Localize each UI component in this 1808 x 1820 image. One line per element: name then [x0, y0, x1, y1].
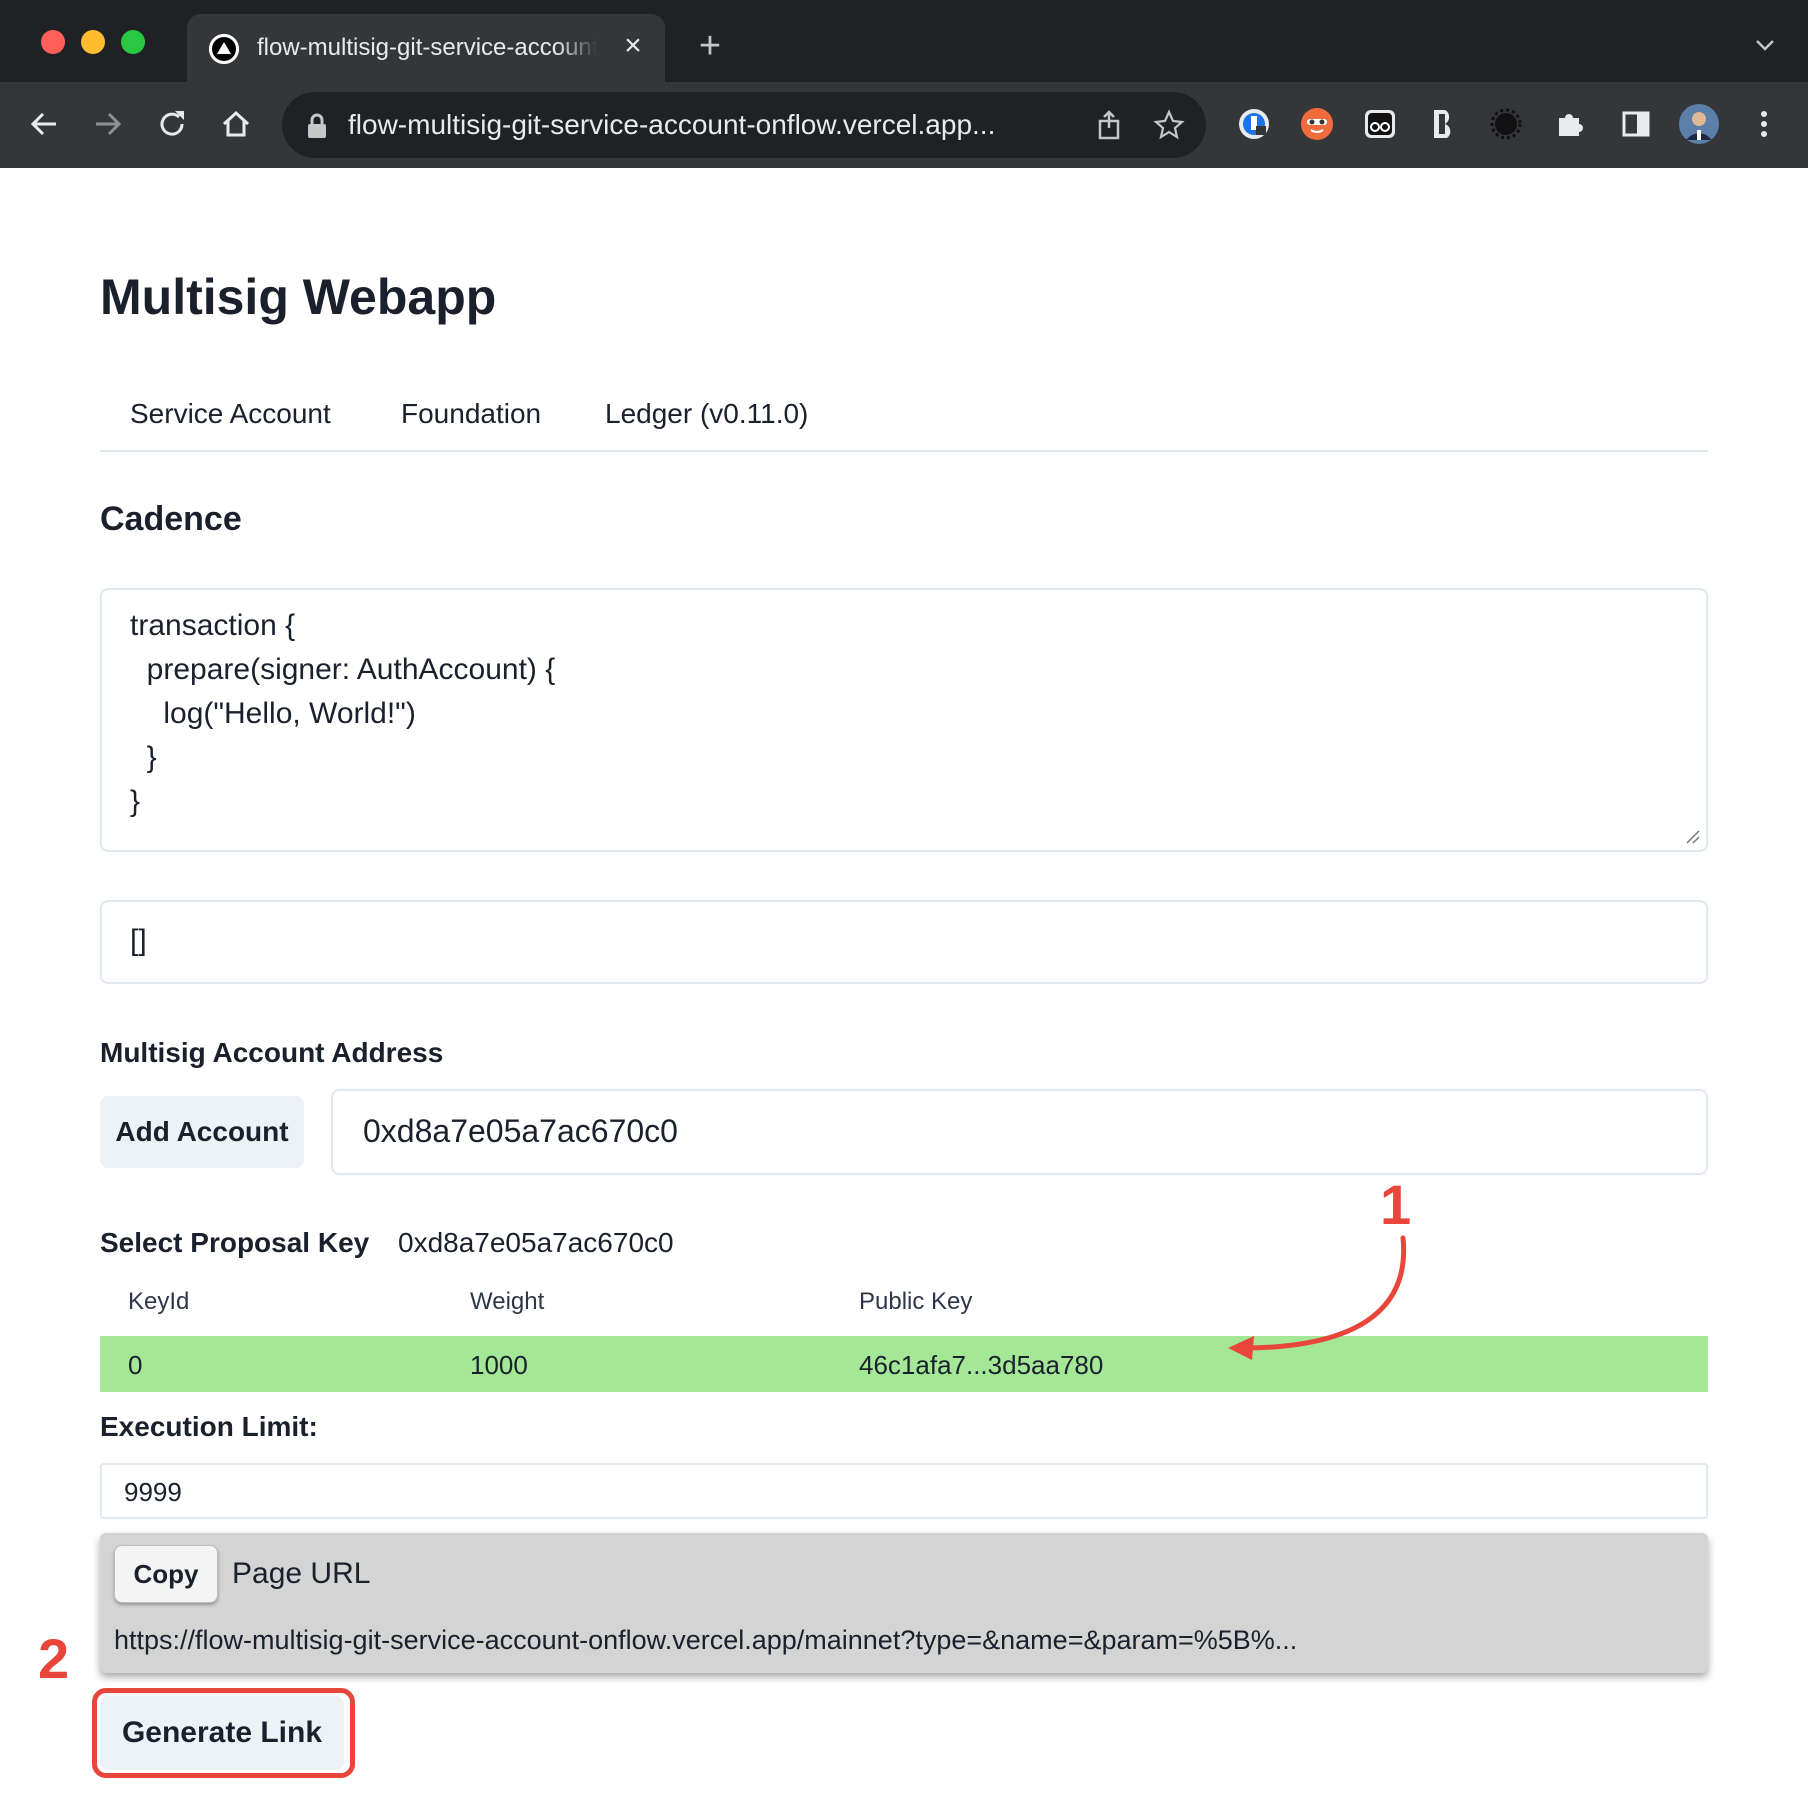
page-url-panel: Copy Page URL https://flow-multisig-git-… — [100, 1533, 1708, 1673]
close-window-button[interactable] — [41, 30, 65, 54]
vercel-triangle-icon — [209, 34, 239, 64]
execution-limit-input[interactable]: 9999 — [100, 1463, 1708, 1519]
back-arrow-icon[interactable] — [22, 102, 66, 146]
cadence-code-textarea[interactable]: transaction { prepare(signer: AuthAccoun… — [100, 588, 1708, 852]
browser-window-frame: flow-multisig-git-service-account-onflow… — [0, 0, 1808, 168]
code-line: log("Hello, World!") — [130, 697, 416, 730]
bookmark-star-icon[interactable] — [1152, 108, 1186, 142]
page-title: Multisig Webapp — [100, 269, 497, 325]
code-line: } — [130, 785, 141, 818]
weight-cell: 1000 — [470, 1350, 528, 1380]
lock-icon — [308, 113, 326, 138]
table-row-selected[interactable]: 0 1000 46c1afa7...3d5aa780 — [100, 1336, 1708, 1392]
arguments-input[interactable]: [] — [100, 900, 1708, 984]
new-tab-icon[interactable]: + — [692, 27, 728, 65]
browser-tab-active[interactable]: flow-multisig-git-service-account-onflow… — [187, 14, 665, 82]
url-text: flow-multisig-git-service-account-onflow… — [348, 109, 996, 140]
chevron-down-icon[interactable] — [1750, 30, 1780, 60]
tab-title: flow-multisig-git-service-account-onflow… — [257, 34, 597, 61]
minimize-window-button[interactable] — [81, 30, 105, 54]
sun-extension-icon[interactable] — [1484, 102, 1528, 146]
fox-extension-icon[interactable] — [1295, 102, 1339, 146]
page-url-label: Page URL — [232, 1557, 371, 1590]
proposal-address: 0xd8a7e05a7ac670c0 — [398, 1227, 674, 1258]
column-header-weight: Weight — [470, 1288, 545, 1315]
close-tab-icon[interactable]: × — [617, 30, 649, 62]
resize-handle-icon[interactable] — [1684, 828, 1700, 844]
password-manager-extension-icon[interactable] — [1232, 102, 1276, 146]
annotation-step-2: 2 — [38, 1627, 70, 1690]
kebab-menu-icon[interactable] — [1742, 102, 1786, 146]
address-bar[interactable]: flow-multisig-git-service-account-onflow… — [282, 92, 1206, 158]
side-panel-icon[interactable] — [1614, 102, 1658, 146]
tab-foundation[interactable]: Foundation — [401, 398, 541, 430]
code-line: transaction { — [130, 609, 296, 642]
annotation-arrow-icon — [1228, 1235, 1407, 1360]
code-line: } — [130, 741, 157, 774]
column-header-keyid: KeyId — [128, 1288, 190, 1315]
b-extension-icon[interactable] — [1421, 102, 1465, 146]
maximize-window-button[interactable] — [121, 30, 145, 54]
generated-page-url: https://flow-multisig-git-service-accoun… — [114, 1625, 1298, 1655]
home-icon[interactable] — [214, 102, 258, 146]
execution-limit-label: Execution Limit: — [100, 1411, 318, 1442]
cadence-heading: Cadence — [100, 500, 242, 538]
reload-icon[interactable] — [150, 102, 194, 146]
browser-toolbar: flow-multisig-git-service-account-onflow… — [0, 82, 1808, 168]
column-header-public-key: Public Key — [859, 1288, 973, 1315]
code-line: prepare(signer: AuthAccount) { — [130, 653, 556, 686]
tab-service-account[interactable]: Service Account — [130, 398, 331, 430]
forward-arrow-icon[interactable] — [86, 102, 130, 146]
add-account-button[interactable]: Add Account — [100, 1096, 304, 1168]
proposal-key-label: Select Proposal Key — [100, 1227, 370, 1258]
puzzle-extensions-icon[interactable] — [1547, 102, 1591, 146]
multisig-account-label: Multisig Account Address — [100, 1037, 444, 1068]
public-key-cell: 46c1afa7...3d5aa780 — [859, 1350, 1104, 1380]
tab-ledger[interactable]: Ledger (v0.11.0) — [605, 398, 808, 430]
account-address-input[interactable]: 0xd8a7e05a7ac670c0 — [331, 1089, 1708, 1175]
key-id-cell: 0 — [128, 1350, 143, 1380]
copy-button[interactable]: Copy — [114, 1545, 218, 1603]
page-content: Multisig Webapp Service Account Foundati… — [0, 168, 1808, 1820]
tab-strip: flow-multisig-git-service-account-onflow… — [0, 0, 1808, 82]
share-icon[interactable] — [1092, 108, 1126, 142]
profile-avatar[interactable] — [1677, 102, 1721, 146]
annotation-highlight-box — [92, 1688, 355, 1778]
account-tabs: Service Account Foundation Ledger (v0.11… — [100, 386, 1708, 452]
glasses-extension-icon[interactable] — [1358, 102, 1402, 146]
